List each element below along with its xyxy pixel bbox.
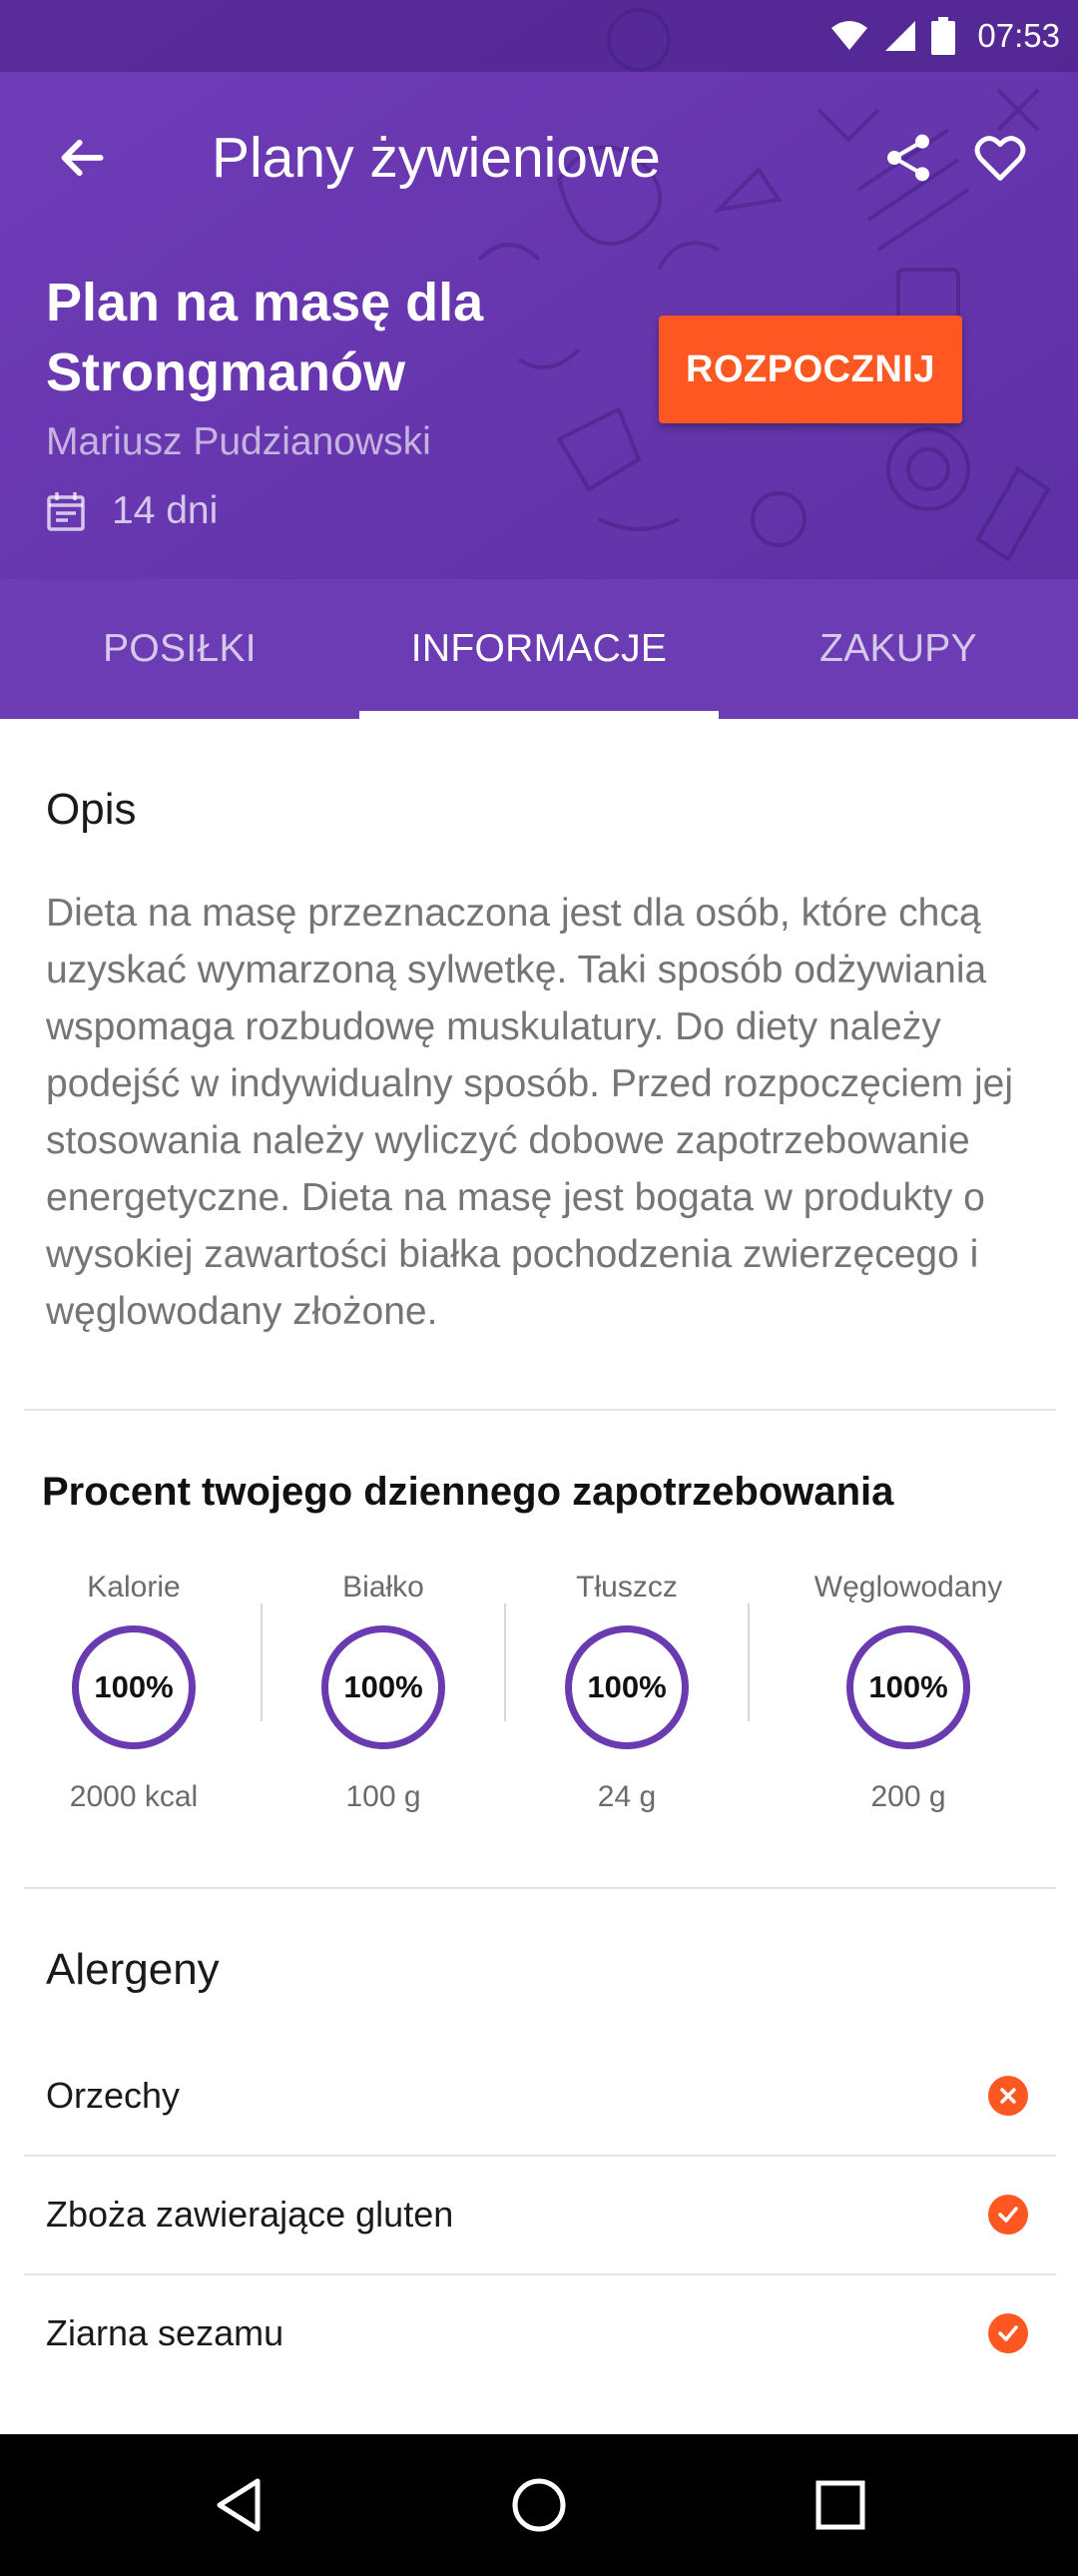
nutrition-progress-ring: 100% — [321, 1625, 445, 1749]
tab-meals[interactable]: POSIŁKI — [0, 579, 359, 719]
allergen-name: Ziarna sezamu — [46, 2312, 284, 2353]
nutrition-item-calories: Kalorie 100% 2000 kcal — [24, 1568, 244, 1817]
share-icon — [887, 134, 929, 182]
column-separator — [504, 1604, 506, 1721]
back-triangle-icon — [217, 2478, 261, 2532]
nutrition-label: Białko — [342, 1571, 424, 1604]
signal-icon — [885, 21, 916, 51]
plan-duration: 14 dni — [46, 485, 218, 537]
tab-information[interactable]: INFORMACJE — [359, 579, 719, 719]
plan-title: Plan na masę dla Strongmanów — [46, 273, 484, 402]
favorite-button[interactable] — [964, 122, 1036, 194]
tab-bar: POSIŁKI INFORMACJE ZAKUPY — [0, 579, 1078, 719]
nutrition-label: Kalorie — [87, 1571, 181, 1604]
allergen-row: Ziarna sezamu — [24, 2274, 1056, 2392]
back-arrow-icon — [61, 139, 104, 177]
home-circle-icon — [512, 2478, 566, 2532]
wifi-icon — [831, 21, 868, 50]
description-text: Dieta na masę przeznaczona jest dla osób… — [46, 892, 1013, 1333]
check-circle-icon — [988, 2195, 1028, 2235]
plan-header: 07:53 Plany żywieniowe Plan na masę dla … — [0, 0, 1078, 719]
battery-icon — [931, 17, 956, 55]
active-tab-indicator — [359, 711, 719, 719]
allergen-row: Orzechy — [24, 2037, 1056, 2155]
nutrition-item-carbs: Węglowodany 100% 200 g — [789, 1568, 1028, 1817]
app-bar: Plany żywieniowe — [0, 72, 1078, 240]
heart-icon — [974, 136, 1026, 181]
divider — [24, 1887, 1056, 1889]
nutrition-title: Procent twojego dziennego zapotrzebowani… — [42, 1470, 894, 1514]
nutrition-progress-ring: 100% — [565, 1625, 689, 1749]
nutrition-progress-ring: 100% — [72, 1625, 196, 1749]
nutrition-progress-ring: 100% — [846, 1625, 970, 1749]
tab-shopping[interactable]: ZAKUPY — [719, 579, 1078, 719]
share-button[interactable] — [872, 122, 944, 194]
status-time: 07:53 — [977, 17, 1060, 54]
calendar-icon — [47, 492, 85, 531]
nutrition-value: 100 g — [345, 1780, 421, 1813]
allergen-row: Zboża zawierające gluten — [24, 2156, 1056, 2273]
column-separator — [748, 1604, 750, 1721]
recents-square-icon — [815, 2480, 865, 2530]
nutrition-item-protein: Białko 100% 100 g — [273, 1568, 493, 1817]
nutrition-item-fat: Tłuszcz 100% 24 g — [517, 1568, 737, 1817]
nutrition-label: Tłuszcz — [576, 1571, 678, 1604]
start-plan-button[interactable]: ROZPOCZNIJ — [659, 316, 962, 423]
status-bar: 07:53 — [0, 0, 1078, 72]
allergens-title: Alergeny — [46, 1945, 220, 1994]
description-title: Opis — [46, 785, 137, 834]
allergen-name: Zboża zawierające gluten — [46, 2194, 454, 2235]
nav-back-button[interactable] — [170, 2434, 309, 2576]
nutrition-value: 2000 kcal — [69, 1780, 199, 1813]
system-navigation-bar — [0, 2434, 1078, 2576]
nutrition-label: Węglowodany — [813, 1571, 1003, 1604]
nav-recents-button[interactable] — [771, 2434, 910, 2576]
close-circle-icon — [988, 2076, 1028, 2116]
allergen-name: Orzechy — [46, 2075, 181, 2116]
nutrition-value: 200 g — [870, 1780, 946, 1813]
column-separator — [261, 1604, 263, 1721]
back-button[interactable] — [46, 122, 118, 194]
nav-home-button[interactable] — [469, 2434, 609, 2576]
nutrition-value: 24 g — [597, 1780, 657, 1813]
divider — [24, 1409, 1056, 1411]
check-circle-icon — [988, 2313, 1028, 2353]
plan-author: Mariusz Pudzianowski — [46, 420, 431, 463]
page-title: Plany żywieniowe — [212, 126, 661, 190]
plan-duration-label: 14 dni — [112, 489, 219, 532]
